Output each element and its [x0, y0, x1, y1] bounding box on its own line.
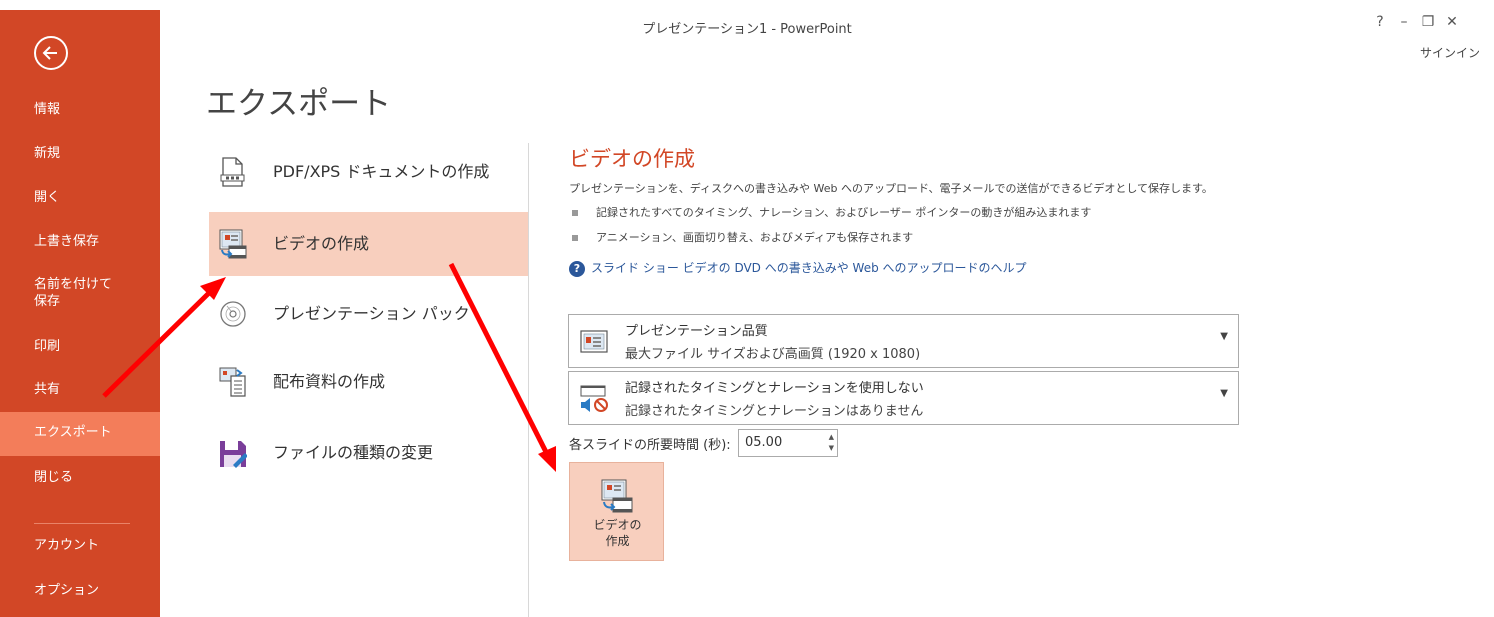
option-pdf-xps[interactable]: PDF/XPS ドキュメントの作成 [209, 140, 528, 204]
spinner-up-icon[interactable]: ▲ [829, 432, 834, 443]
window-title: プレゼンテーション1 - PowerPoint [642, 22, 852, 37]
signin-link[interactable]: サインイン [1420, 44, 1480, 61]
option-label: ファイルの種類の変更 [273, 443, 434, 462]
save-file-type-icon [220, 441, 247, 468]
handouts-icon [219, 367, 246, 397]
detail-description: プレゼンテーションを、ディスクへの書き込みや Web へのアップロード、電子メー… [569, 182, 1213, 195]
create-video-button[interactable]: ビデオの 作成 [569, 462, 664, 561]
close-icon[interactable]: ✕ [1442, 14, 1466, 30]
video-create-icon [601, 479, 633, 513]
bullet-square-icon [572, 210, 578, 216]
nav-account[interactable]: アカウント [0, 525, 160, 567]
option-change-file-type[interactable]: ファイルの種類の変更 [209, 421, 528, 485]
page-title: エクスポート [206, 86, 392, 122]
pane-divider [528, 143, 529, 617]
restore-icon[interactable]: ❐ [1418, 14, 1442, 30]
dropdown-arrow-icon: ▼ [1220, 388, 1228, 399]
help-icon[interactable]: ? [1370, 14, 1394, 30]
nav-open[interactable]: 開く [0, 177, 160, 219]
presentation-quality-icon [580, 330, 608, 353]
detail-title: ビデオの作成 [569, 147, 695, 171]
nav-print[interactable]: 印刷 [0, 326, 160, 368]
quality-title: プレゼンテーション品質 [625, 324, 768, 339]
nav-divider [34, 523, 130, 524]
bullet-text: アニメーション、画面切り替え、およびメディアも保存されます [596, 231, 914, 244]
option-handouts[interactable]: 配布資料の作成 [209, 350, 528, 414]
detail-bullet: 記録されたすべてのタイミング、ナレーション、およびレーザー ポインターの動きが組… [572, 204, 1091, 220]
no-narration-icon [580, 385, 608, 412]
cd-package-icon [220, 301, 246, 327]
nav-info[interactable]: 情報 [0, 89, 160, 131]
nav-export[interactable]: エクスポート [0, 412, 160, 456]
seconds-value[interactable]: 05.00 [745, 435, 782, 450]
nav-options[interactable]: オプション [0, 570, 160, 612]
seconds-spinner[interactable]: 05.00 ▲ ▼ [738, 429, 838, 457]
timing-dropdown[interactable]: 記録されたタイミングとナレーションを使用しない 記録されたタイミングとナレーショ… [568, 371, 1239, 425]
nav-new[interactable]: 新規 [0, 133, 160, 175]
option-package[interactable]: プレゼンテーション パック [209, 282, 528, 346]
timing-title: 記録されたタイミングとナレーションを使用しない [625, 381, 924, 396]
help-link-text[interactable]: スライド ショー ビデオの DVD への書き込みや Web へのアップロードのヘ… [591, 261, 1027, 275]
nav-close[interactable]: 閉じる [0, 457, 160, 499]
option-label: PDF/XPS ドキュメントの作成 [273, 162, 490, 181]
option-label: プレゼンテーション パック [273, 304, 470, 323]
help-link[interactable]: ? スライド ショー ビデオの DVD への書き込みや Web へのアップロードの… [569, 259, 1027, 277]
timing-subtitle: 記録されたタイミングとナレーションはありません [625, 404, 924, 419]
help-question-icon: ? [569, 260, 585, 277]
option-label: 配布資料の作成 [273, 372, 386, 391]
spinner-buttons[interactable]: ▲ ▼ [829, 432, 834, 454]
backstage-sidebar: 情報 新規 開く 上書き保存 名前を付けて 保存 印刷 共有 エクスポート 閉じ… [0, 10, 160, 617]
nav-save-as[interactable]: 名前を付けて 保存 [0, 272, 160, 312]
nav-save[interactable]: 上書き保存 [0, 221, 160, 263]
option-label: ビデオの作成 [273, 234, 370, 253]
detail-bullet: アニメーション、画面切り替え、およびメディアも保存されます [572, 229, 913, 245]
spinner-down-icon[interactable]: ▼ [829, 443, 834, 454]
video-create-icon [219, 229, 247, 259]
quality-subtitle: 最大ファイル サイズおよび高画質 (1920 x 1080) [625, 347, 921, 362]
dropdown-arrow-icon: ▼ [1220, 331, 1228, 342]
back-arrow-icon[interactable] [34, 36, 68, 70]
bullet-square-icon [572, 235, 578, 241]
bullet-text: 記録されたすべてのタイミング、ナレーション、およびレーザー ポインターの動きが組… [596, 206, 1092, 219]
seconds-label: 各スライドの所要時間 (秒): [569, 438, 731, 453]
quality-dropdown[interactable]: プレゼンテーション品質 最大ファイル サイズおよび高画質 (1920 x 108… [568, 314, 1239, 368]
option-video[interactable]: ビデオの作成 [209, 212, 528, 276]
nav-share[interactable]: 共有 [0, 369, 160, 411]
window-controls: ? – ❐ ✕ [1370, 14, 1466, 30]
minimize-icon[interactable]: – [1394, 14, 1418, 30]
pdf-document-icon [220, 157, 245, 187]
create-video-label: ビデオの 作成 [593, 518, 642, 548]
